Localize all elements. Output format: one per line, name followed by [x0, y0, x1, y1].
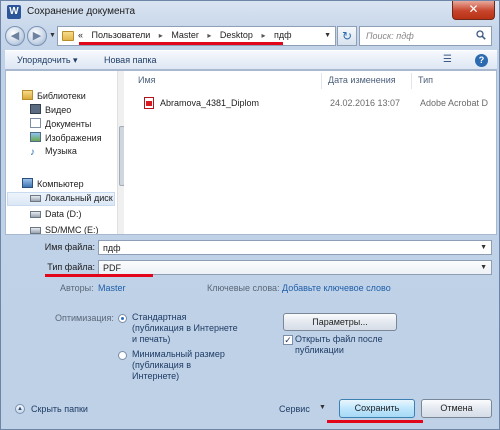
sidebar-item-label: Компьютер	[37, 179, 84, 189]
minimal-radio[interactable]	[118, 351, 127, 360]
sidebar-item-sdmmc-e[interactable]: SD/MMC (E:)	[30, 225, 99, 234]
keywords-input[interactable]: Добавьте ключевое слово	[282, 283, 391, 293]
file-name: Abramova_4381_Diplom	[160, 98, 260, 108]
navigation-pane: Библиотеки Видео Документы Изображения ♪…	[6, 71, 124, 234]
view-options-icon[interactable]: ☰	[443, 54, 452, 65]
standard-radio[interactable]	[118, 314, 127, 323]
breadcrumb-pdf[interactable]: пдф	[274, 30, 292, 40]
sidebar-item-label: Библиотеки	[37, 91, 86, 101]
highlight-underline	[45, 274, 153, 277]
sidebar-item-video[interactable]: Видео	[30, 104, 71, 118]
filetype-label: Тип файла:	[47, 262, 95, 272]
open-after-checkbox[interactable]: ✓	[283, 335, 293, 345]
filename-input[interactable]: пдф ▼	[98, 240, 492, 255]
filetype-select[interactable]: PDF ▼	[98, 260, 492, 275]
title-bar: W Сохранение документа ✕	[1, 1, 500, 23]
filetype-value: PDF	[103, 263, 121, 273]
close-button[interactable]: ✕	[452, 1, 495, 20]
breadcrumb-desktop[interactable]: Desktop	[220, 30, 253, 40]
sidebar-item-documents[interactable]: Документы	[30, 118, 91, 132]
sidebar-item-pictures[interactable]: Изображения	[30, 132, 102, 146]
drive-icon	[30, 227, 41, 234]
sidebar-item-local-disk[interactable]: Локальный диск	[7, 192, 115, 206]
filename-dropdown-icon[interactable]: ▼	[480, 244, 487, 251]
pictures-icon	[30, 132, 41, 142]
sidebar-item-libraries[interactable]: Библиотеки	[22, 90, 86, 104]
command-bar: Упорядочить ▾ Новая папка ☰ ?	[5, 50, 497, 70]
keywords-label: Ключевые слова:	[207, 283, 280, 293]
search-placeholder: Поиск: пдф	[366, 31, 414, 41]
forward-button[interactable]: ▶	[27, 26, 47, 46]
tools-dropdown-icon[interactable]: ▼	[319, 404, 326, 411]
breadcrumb-master[interactable]: Master	[171, 30, 199, 40]
breadcrumb-separator-icon[interactable]: ▸	[207, 31, 211, 40]
save-dialog: W Сохранение документа ✕ ◀ ▶ ▼ « Пользов…	[0, 0, 500, 430]
scrollbar-thumb[interactable]	[119, 126, 124, 186]
sidebar-item-label: Data (D:)	[45, 209, 82, 219]
breadcrumb-separator-icon[interactable]: ▸	[159, 31, 163, 40]
back-button[interactable]: ◀	[5, 26, 25, 46]
cancel-button[interactable]: Отмена	[421, 399, 492, 418]
organize-button[interactable]: Упорядочить ▾	[17, 55, 78, 66]
library-icon	[22, 90, 33, 100]
parameters-button[interactable]: Параметры...	[283, 313, 397, 331]
file-row[interactable]: Abramova_4381_Diplom 24.02.2016 13:07 Ad…	[136, 97, 496, 111]
tools-menu[interactable]: Сервис	[279, 404, 310, 414]
sidebar-item-computer[interactable]: Компьютер	[22, 178, 84, 192]
navigation-scrollbar[interactable]	[117, 71, 124, 234]
pdf-file-icon	[144, 97, 154, 109]
help-icon[interactable]: ?	[475, 54, 488, 67]
address-dropdown-icon[interactable]: ▼	[324, 32, 331, 39]
new-folder-button[interactable]: Новая папка	[104, 55, 156, 65]
search-icon[interactable]	[476, 30, 486, 40]
filename-label: Имя файла:	[44, 242, 95, 252]
sidebar-item-data-d[interactable]: Data (D:)	[30, 209, 82, 223]
authors-label: Авторы:	[60, 283, 94, 293]
save-button[interactable]: Сохранить	[339, 399, 415, 418]
sidebar-item-label: Изображения	[45, 133, 102, 143]
column-header-name[interactable]: Имя	[132, 73, 322, 89]
breadcrumb: « Пользователи ▸ Master ▸ Desktop ▸ пдф	[78, 30, 298, 40]
refresh-button[interactable]: ↻	[337, 26, 357, 46]
drive-icon	[30, 195, 41, 202]
hide-folders-button[interactable]: Скрыть папки	[31, 404, 88, 414]
word-app-icon: W	[7, 5, 21, 19]
search-input[interactable]: Поиск: пдф	[359, 26, 492, 46]
file-list: Имя Дата изменения Тип Abramova_4381_Dip…	[128, 71, 496, 234]
drive-icon	[30, 211, 41, 218]
highlight-underline	[327, 420, 423, 423]
breadcrumb-separator-icon[interactable]: ▸	[261, 31, 265, 40]
optimize-label: Оптимизация:	[55, 313, 114, 323]
documents-icon	[30, 118, 41, 128]
folder-icon	[62, 31, 74, 41]
filename-value: пдф	[103, 243, 121, 253]
column-header-date[interactable]: Дата изменения	[322, 73, 412, 89]
minimal-option-label[interactable]: Минимальный размер (публикация в Интерне…	[132, 349, 230, 382]
sidebar-item-label: Локальный диск	[45, 193, 113, 203]
sidebar-item-music[interactable]: ♪ Музыка	[30, 146, 77, 160]
navigation-bar: ◀ ▶ ▼ « Пользователи ▸ Master ▸ Desktop …	[1, 23, 500, 49]
video-icon	[30, 104, 41, 114]
sidebar-item-label: Музыка	[45, 146, 77, 156]
open-after-label[interactable]: Открыть файл после публикации	[295, 334, 395, 356]
filetype-dropdown-icon[interactable]: ▼	[480, 264, 487, 271]
hide-folders-icon[interactable]: ▲	[15, 404, 25, 414]
standard-option-label[interactable]: Стандартная (публикация в Интернете и пе…	[132, 312, 240, 345]
file-type: Adobe Acrobat D	[420, 98, 489, 108]
authors-value[interactable]: Master	[98, 283, 126, 293]
recent-pages-dropdown-icon[interactable]: ▼	[49, 32, 56, 39]
sidebar-item-label: Видео	[45, 105, 72, 115]
breadcrumb-prefix[interactable]: «	[78, 30, 83, 40]
column-header-type[interactable]: Тип	[412, 73, 496, 89]
highlight-underline	[79, 42, 283, 45]
window-title: Сохранение документа	[27, 6, 136, 17]
sidebar-item-label: SD/MMC (E:)	[45, 225, 99, 234]
music-icon: ♪	[30, 147, 35, 158]
browser-area: Библиотеки Видео Документы Изображения ♪…	[5, 70, 497, 235]
computer-icon	[22, 178, 33, 188]
file-date: 24.02.2016 13:07	[330, 98, 401, 108]
sidebar-item-label: Документы	[45, 119, 92, 129]
breadcrumb-users[interactable]: Пользователи	[92, 30, 151, 40]
